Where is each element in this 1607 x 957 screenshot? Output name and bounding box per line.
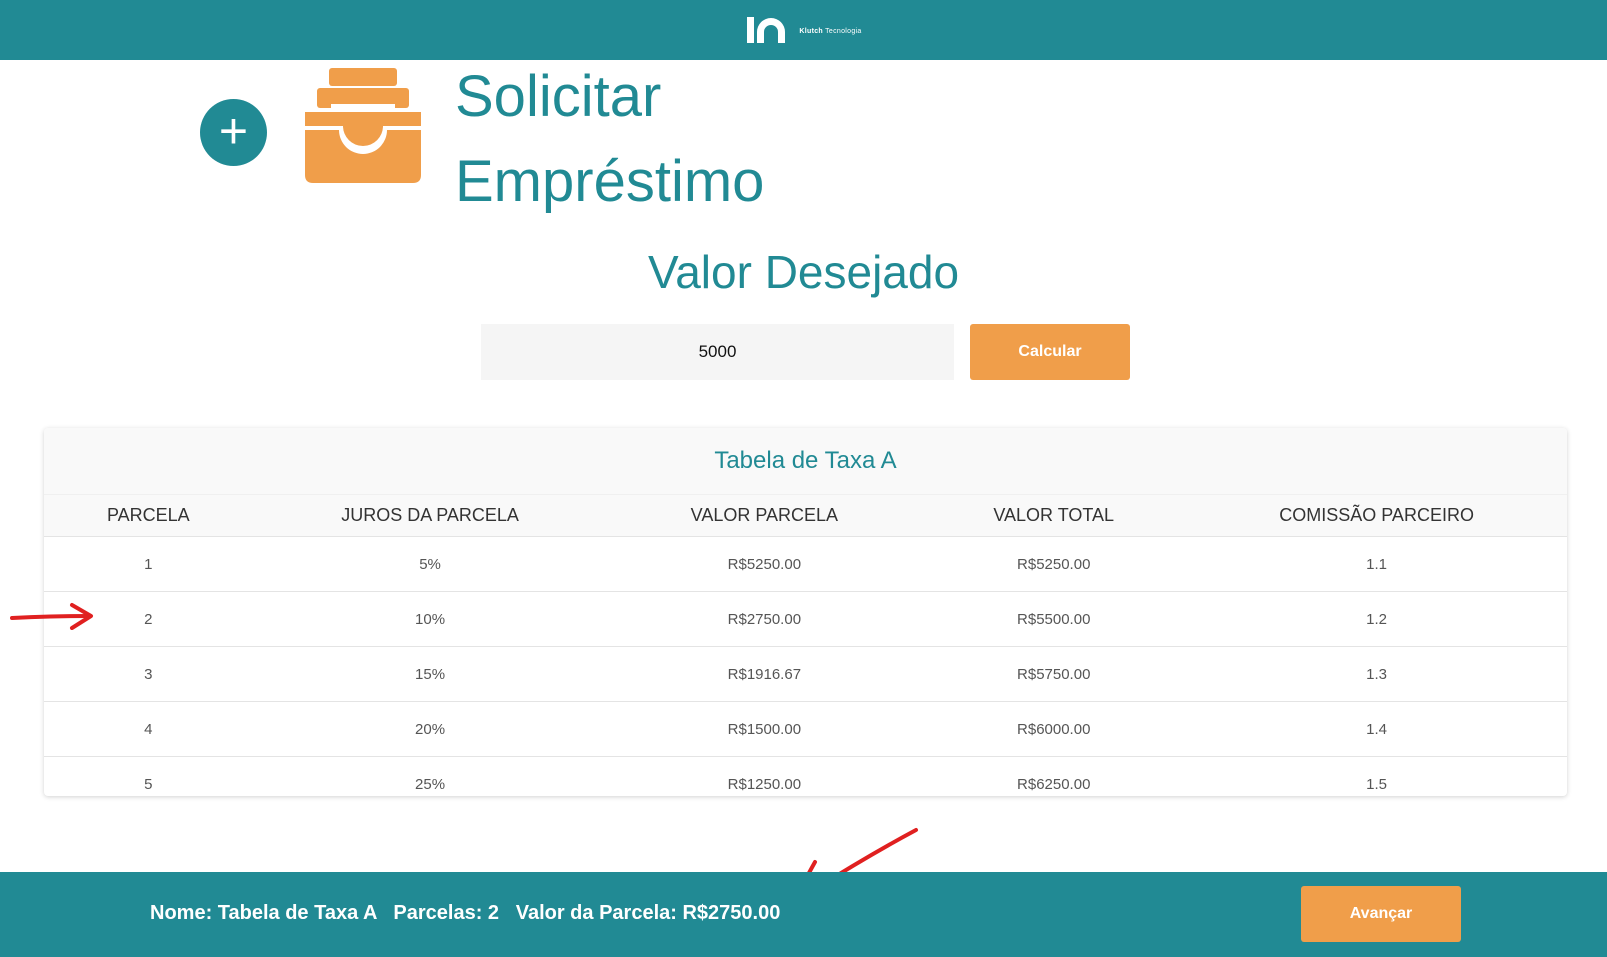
- table-cell: 1.3: [1186, 646, 1567, 702]
- calculate-button[interactable]: Calcular: [970, 324, 1130, 380]
- logo-subtext: Tecnologia: [825, 27, 862, 35]
- column-header: VALOR TOTAL: [921, 495, 1187, 537]
- table-cell: 2: [44, 591, 253, 647]
- table-cell: R$5750.00: [921, 646, 1187, 702]
- table-cell: 10%: [252, 591, 608, 647]
- table-cell: R$5500.00: [921, 591, 1187, 647]
- rate-table-title: Tabela de Taxa A: [44, 428, 1567, 495]
- table-cell: R$6250.00: [921, 756, 1187, 796]
- table-cell: 15%: [252, 646, 608, 702]
- table-cell: R$2750.00: [607, 591, 922, 647]
- column-header: JUROS DA PARCELA: [252, 495, 608, 537]
- table-cell: 5%: [252, 536, 608, 592]
- plus-icon: +: [218, 102, 249, 159]
- logo-text: Klutch: [799, 27, 823, 35]
- page-title-line1: Solicitar: [455, 64, 662, 129]
- rate-table: PARCELA JUROS DA PARCELA VALOR PARCELA V…: [44, 495, 1567, 796]
- next-button[interactable]: Avançar: [1301, 886, 1461, 942]
- table-row[interactable]: 3 15% R$1916.67 R$5750.00 1.3: [44, 646, 1567, 702]
- page-title-line2: Empréstimo: [455, 149, 765, 214]
- rate-table-card: Tabela de Taxa A PARCELA JUROS DA PARCEL…: [44, 428, 1567, 796]
- selection-summary: Nome: Tabela de Taxa A Parcelas: 2 Valor…: [150, 902, 781, 924]
- table-cell: 1.2: [1186, 591, 1567, 647]
- table-cell: R$1250.00: [607, 756, 922, 796]
- table-cell: R$5250.00: [921, 536, 1187, 592]
- table-cell: R$6000.00: [921, 701, 1187, 757]
- table-cell: R$5250.00: [607, 536, 922, 592]
- table-cell: 1.4: [1186, 701, 1567, 757]
- page-title: Solicitar Empréstimo: [455, 54, 764, 224]
- column-header: VALOR PARCELA: [607, 495, 922, 537]
- table-row[interactable]: 1 5% R$5250.00 R$5250.00 1.1: [44, 536, 1567, 592]
- amount-input[interactable]: [481, 324, 954, 380]
- table-cell: R$1916.67: [607, 646, 922, 702]
- table-cell: R$1500.00: [607, 701, 922, 757]
- add-loan-button[interactable]: +: [200, 99, 267, 166]
- table-cell: 20%: [252, 701, 608, 757]
- top-bar: Klutch Tecnologia: [0, 0, 1607, 60]
- amount-title: Valor Desejado: [647, 246, 960, 298]
- logo-icon: [747, 17, 786, 43]
- column-header: PARCELA: [44, 495, 253, 537]
- klutch-logo[interactable]: Klutch Tecnologia: [745, 14, 861, 46]
- table-cell: 1.1: [1186, 536, 1567, 592]
- table-header-row: PARCELA JUROS DA PARCELA VALOR PARCELA V…: [44, 495, 1567, 537]
- table-cell: 4: [44, 701, 253, 757]
- table-cell: 5: [44, 756, 253, 796]
- table-cell: 1.5: [1186, 756, 1567, 796]
- table-cell: 25%: [252, 756, 608, 796]
- table-row[interactable]: 5 25% R$1250.00 R$6250.00 1.5: [44, 756, 1567, 796]
- footer-bar: Nome: Tabela de Taxa A Parcelas: 2 Valor…: [0, 872, 1607, 957]
- table-cell: 1: [44, 536, 253, 592]
- column-header: COMISSÃO PARCEIRO: [1186, 495, 1567, 537]
- table-cell: 3: [44, 646, 253, 702]
- table-row[interactable]: 2 10% R$2750.00 R$5500.00 1.2: [44, 591, 1567, 647]
- archive-box-icon: [305, 68, 421, 183]
- table-row[interactable]: 4 20% R$1500.00 R$6000.00 1.4: [44, 701, 1567, 757]
